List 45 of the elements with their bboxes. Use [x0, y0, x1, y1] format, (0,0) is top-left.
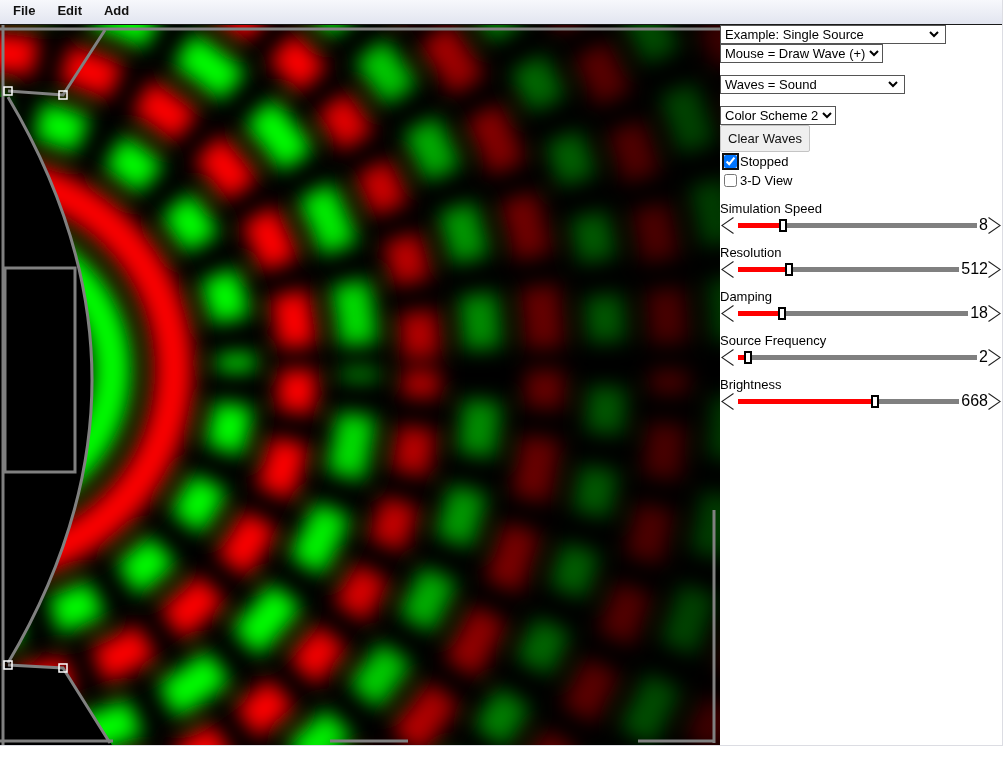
slider-label: Simulation Speed — [720, 201, 823, 216]
slider-thumb[interactable] — [743, 350, 752, 364]
slider-thumb[interactable] — [784, 262, 793, 276]
chevron-left-icon[interactable] — [721, 304, 734, 322]
chevron-right-icon[interactable] — [988, 348, 1001, 366]
checkbox-label: Stopped — [740, 154, 789, 169]
chevron-right-icon[interactable] — [988, 392, 1001, 410]
dropdown[interactable]: Color Scheme 2 — [720, 106, 836, 125]
chevron-down-icon — [929, 31, 939, 38]
dropdown[interactable]: Example: Single Source — [720, 25, 946, 44]
chevron-down-icon — [888, 81, 898, 88]
checkbox[interactable] — [724, 155, 737, 168]
clear-waves-button[interactable]: Clear Waves — [720, 125, 810, 152]
slider-label: Source Frequency — [720, 333, 828, 348]
chevron-left-icon[interactable] — [721, 260, 734, 278]
menu-item[interactable]: Edit — [57, 0, 82, 18]
chevron-right-icon[interactable] — [988, 304, 1001, 322]
chevron-left-icon[interactable] — [721, 216, 734, 234]
chevron-down-icon — [869, 50, 880, 57]
menu-item[interactable]: Add — [103, 0, 130, 18]
checkbox-label: 3-D View — [740, 173, 793, 188]
drag-handle[interactable] — [58, 90, 68, 100]
drag-handle[interactable] — [3, 660, 13, 670]
checkbox[interactable] — [724, 174, 737, 187]
slider-value: 8 — [979, 216, 988, 234]
chevron-right-icon[interactable] — [988, 260, 1001, 278]
drag-handle[interactable] — [58, 663, 68, 673]
slider-value: 512 — [961, 260, 988, 278]
slider-thumb[interactable] — [777, 306, 786, 320]
dropdown[interactable]: Mouse = Draw Wave (+) — [720, 44, 883, 63]
chevron-right-icon[interactable] — [988, 216, 1001, 234]
slider-value: 18 — [970, 304, 988, 322]
slider-label: Brightness — [720, 377, 783, 392]
slider-label: Resolution — [720, 245, 783, 260]
dropdown[interactable]: Waves = Sound — [720, 75, 905, 94]
slider-thumb[interactable] — [779, 218, 788, 232]
slider-value: 668 — [961, 392, 988, 410]
drag-handle[interactable] — [3, 86, 13, 96]
chevron-down-icon — [822, 112, 833, 119]
slider-value: 2 — [979, 348, 988, 366]
menu-item[interactable]: File — [13, 0, 36, 18]
chevron-left-icon[interactable] — [721, 392, 734, 410]
slider-label: Damping — [720, 289, 774, 304]
slider-thumb[interactable] — [871, 394, 880, 408]
chevron-left-icon[interactable] — [721, 348, 734, 366]
